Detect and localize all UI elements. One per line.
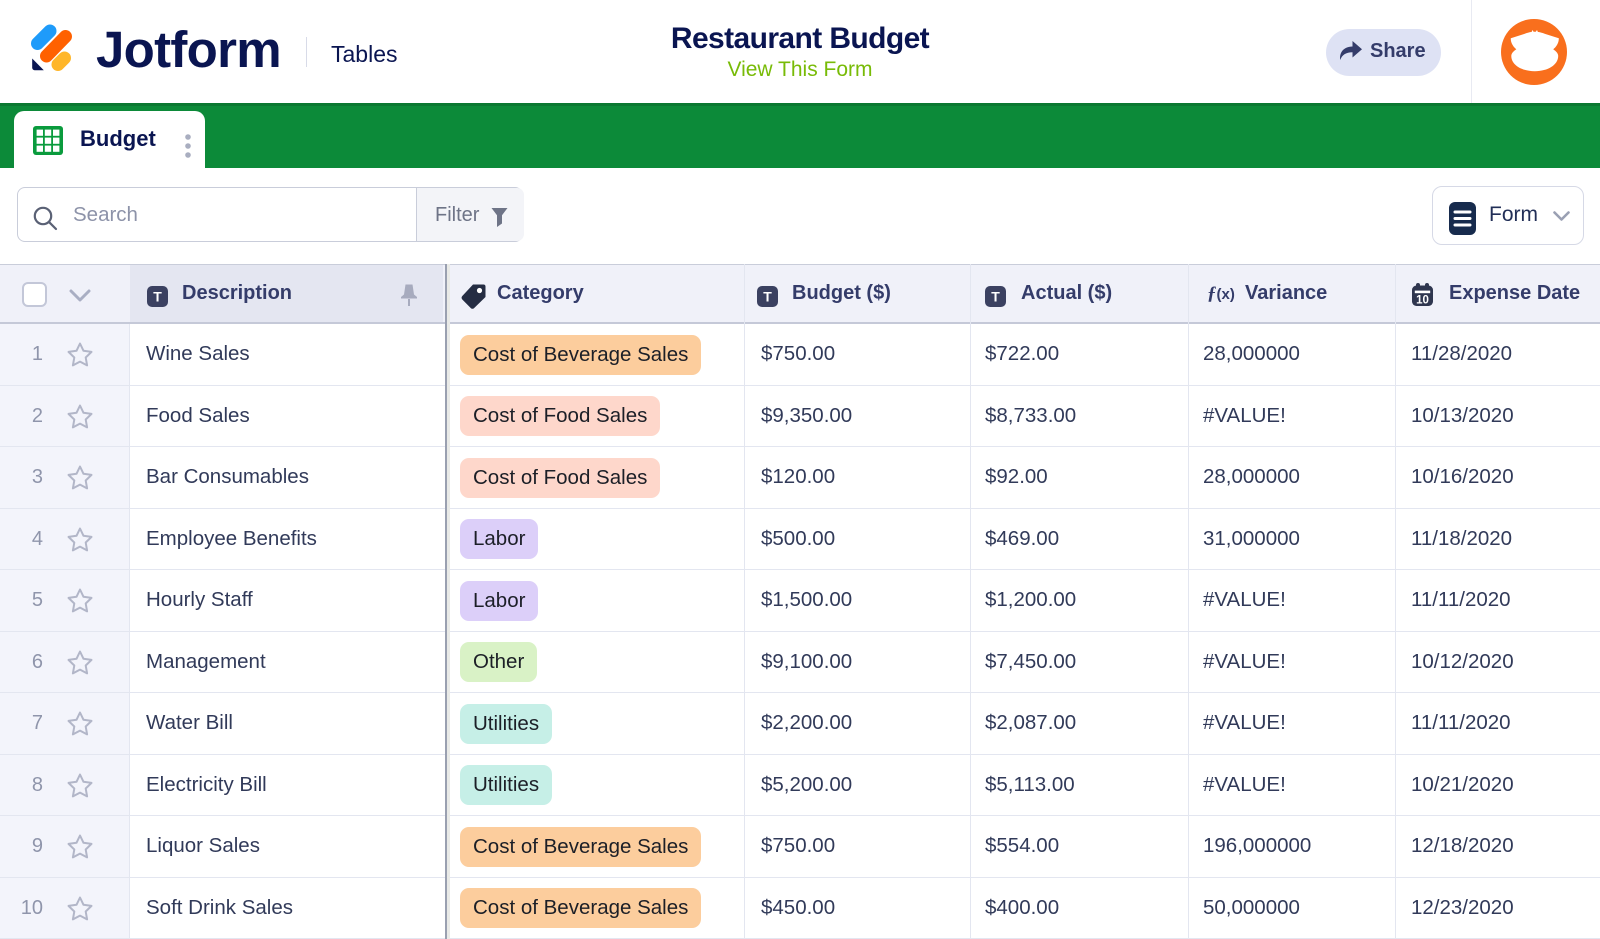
svg-text:10: 10	[1416, 295, 1429, 307]
svg-text:T: T	[991, 289, 1000, 305]
svg-text:T: T	[153, 289, 162, 305]
svg-text:T: T	[763, 289, 772, 305]
